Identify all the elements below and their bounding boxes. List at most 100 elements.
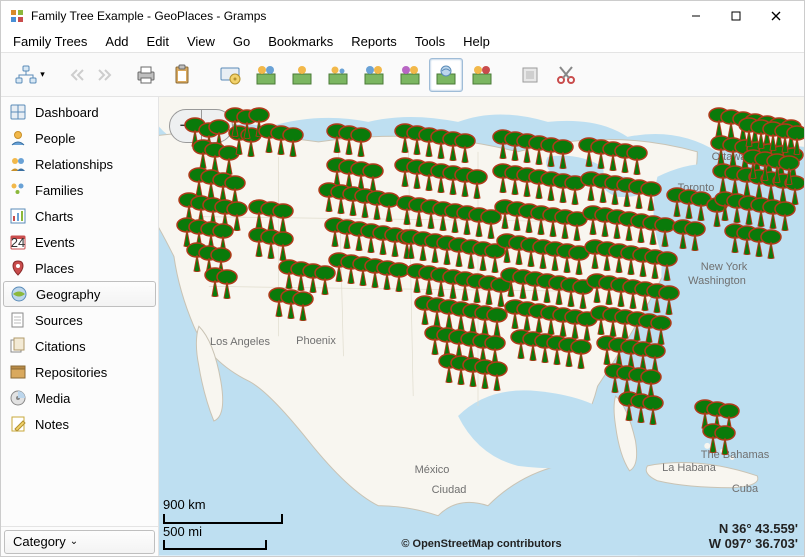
sidebar-item-label: Citations [35, 339, 86, 354]
menu-add[interactable]: Add [97, 32, 136, 51]
map-pin[interactable] [778, 155, 800, 185]
geo-close-button[interactable] [465, 58, 499, 92]
config-view-button[interactable] [213, 58, 247, 92]
sidebar-item-relationships[interactable]: Relationships [3, 151, 156, 177]
menu-bookmarks[interactable]: Bookmarks [260, 32, 341, 51]
sidebar-item-label: Media [35, 391, 70, 406]
scale-mi-label: 500 mi [163, 525, 283, 539]
merge-button[interactable] [513, 58, 547, 92]
sidebar-item-person[interactable]: People [3, 125, 156, 151]
sidebar-item-events[interactable]: 24Events [3, 229, 156, 255]
menu-go[interactable]: Go [225, 32, 258, 51]
menu-tools[interactable]: Tools [407, 32, 453, 51]
minimize-button[interactable] [676, 2, 716, 30]
map-pin[interactable] [216, 269, 238, 299]
map-pin[interactable] [552, 139, 574, 169]
sidebar-item-repositories[interactable]: Repositories [3, 359, 156, 385]
sidebar-item-label: People [35, 131, 75, 146]
media-icon [9, 389, 27, 407]
chevron-down-icon: ▾ [40, 69, 45, 80]
menu-family-trees[interactable]: Family Trees [5, 32, 95, 51]
map-pin[interactable] [272, 231, 294, 261]
close-button[interactable] [756, 2, 796, 30]
map-pin[interactable] [786, 125, 804, 155]
map-pin[interactable] [454, 133, 476, 163]
sidebar-item-places[interactable]: Places [3, 255, 156, 281]
map-pin[interactable] [292, 291, 314, 321]
category-label: Category [13, 534, 66, 549]
sidebar-item-media[interactable]: Media [3, 385, 156, 411]
main-area: Dashboard People Relationships Families Char… [1, 97, 804, 556]
geo-places-button[interactable] [429, 58, 463, 92]
map-scale: 900 km 500 mi [163, 498, 283, 550]
cut-button[interactable] [549, 58, 583, 92]
sidebar-item-charts[interactable]: Charts [3, 203, 156, 229]
coord-lat: N 36° 43.559' [709, 521, 798, 537]
sidebar-item-citations[interactable]: Citations [3, 333, 156, 359]
chevron-down-icon: ⌄ [70, 536, 78, 547]
families-icon [9, 181, 27, 199]
category-bar: Category ⌄ [1, 526, 158, 556]
sidebar-item-geography[interactable]: Geography [3, 281, 156, 307]
maximize-button[interactable] [716, 2, 756, 30]
svg-text:24: 24 [11, 235, 25, 250]
sidebar-item-label: Relationships [35, 157, 113, 172]
menu-reports[interactable]: Reports [343, 32, 405, 51]
toolbar: ▾ [1, 53, 804, 97]
relationships-icon [9, 155, 27, 173]
sidebar-item-label: Charts [35, 209, 73, 224]
map-pin[interactable] [658, 285, 680, 315]
map-pin[interactable] [486, 361, 508, 391]
geography-icon [10, 285, 28, 303]
geo-events-button[interactable] [357, 58, 391, 92]
sidebar-item-label: Repositories [35, 365, 107, 380]
citations-icon [9, 337, 27, 355]
menubar: Family TreesAddEditViewGoBookmarksReport… [1, 31, 804, 53]
nav-back-button[interactable] [67, 58, 91, 92]
menu-edit[interactable]: Edit [139, 32, 177, 51]
map-pin[interactable] [466, 169, 488, 199]
places-icon [9, 259, 27, 277]
clipboard-button[interactable] [165, 58, 199, 92]
geo-person-button[interactable] [285, 58, 319, 92]
sidebar-item-label: Families [35, 183, 83, 198]
map-pin[interactable] [684, 221, 706, 251]
map-attribution: © OpenStreetMap contributors [401, 538, 561, 550]
sidebar-item-families[interactable]: Families [3, 177, 156, 203]
map-pins [159, 97, 804, 556]
coord-lon: W 097° 36.703' [709, 536, 798, 552]
sidebar-item-label: Geography [36, 287, 100, 302]
sidebar-item-dashboard[interactable]: Dashboard [3, 99, 156, 125]
sidebar-item-notes[interactable]: Notes [3, 411, 156, 437]
map-pin[interactable] [570, 339, 592, 369]
sidebar-item-label: Notes [35, 417, 69, 432]
geo-moves-button[interactable] [393, 58, 427, 92]
map-pin[interactable] [350, 127, 372, 157]
scale-km-bar [163, 514, 283, 524]
map-coordinates: N 36° 43.559' W 097° 36.703' [709, 521, 798, 552]
map-pin[interactable] [640, 181, 662, 211]
map-view[interactable]: − + TorontoOttawaNew YorkWashingtonLos A… [159, 97, 804, 556]
map-pin[interactable] [642, 395, 664, 425]
notes-icon [9, 415, 27, 433]
map-pin[interactable] [774, 201, 796, 231]
person-icon [9, 129, 27, 147]
sidebar-item-sources[interactable]: Sources [3, 307, 156, 333]
repositories-icon [9, 363, 27, 381]
sources-icon [9, 311, 27, 329]
map-pin[interactable] [656, 251, 678, 281]
menu-view[interactable]: View [179, 32, 223, 51]
print-button[interactable] [129, 58, 163, 92]
geo-all-places-button[interactable] [249, 58, 283, 92]
geo-family-button[interactable] [321, 58, 355, 92]
map-pin[interactable] [760, 229, 782, 259]
map-pin[interactable] [714, 425, 736, 455]
menu-help[interactable]: Help [455, 32, 498, 51]
nav-forward-button[interactable] [91, 58, 115, 92]
tree-config-button[interactable]: ▾ [7, 58, 53, 92]
map-pin[interactable] [282, 127, 304, 157]
category-button[interactable]: Category ⌄ [4, 530, 155, 554]
map-pin[interactable] [626, 145, 648, 175]
sidebar-item-label: Dashboard [35, 105, 99, 120]
dashboard-icon [9, 103, 27, 121]
